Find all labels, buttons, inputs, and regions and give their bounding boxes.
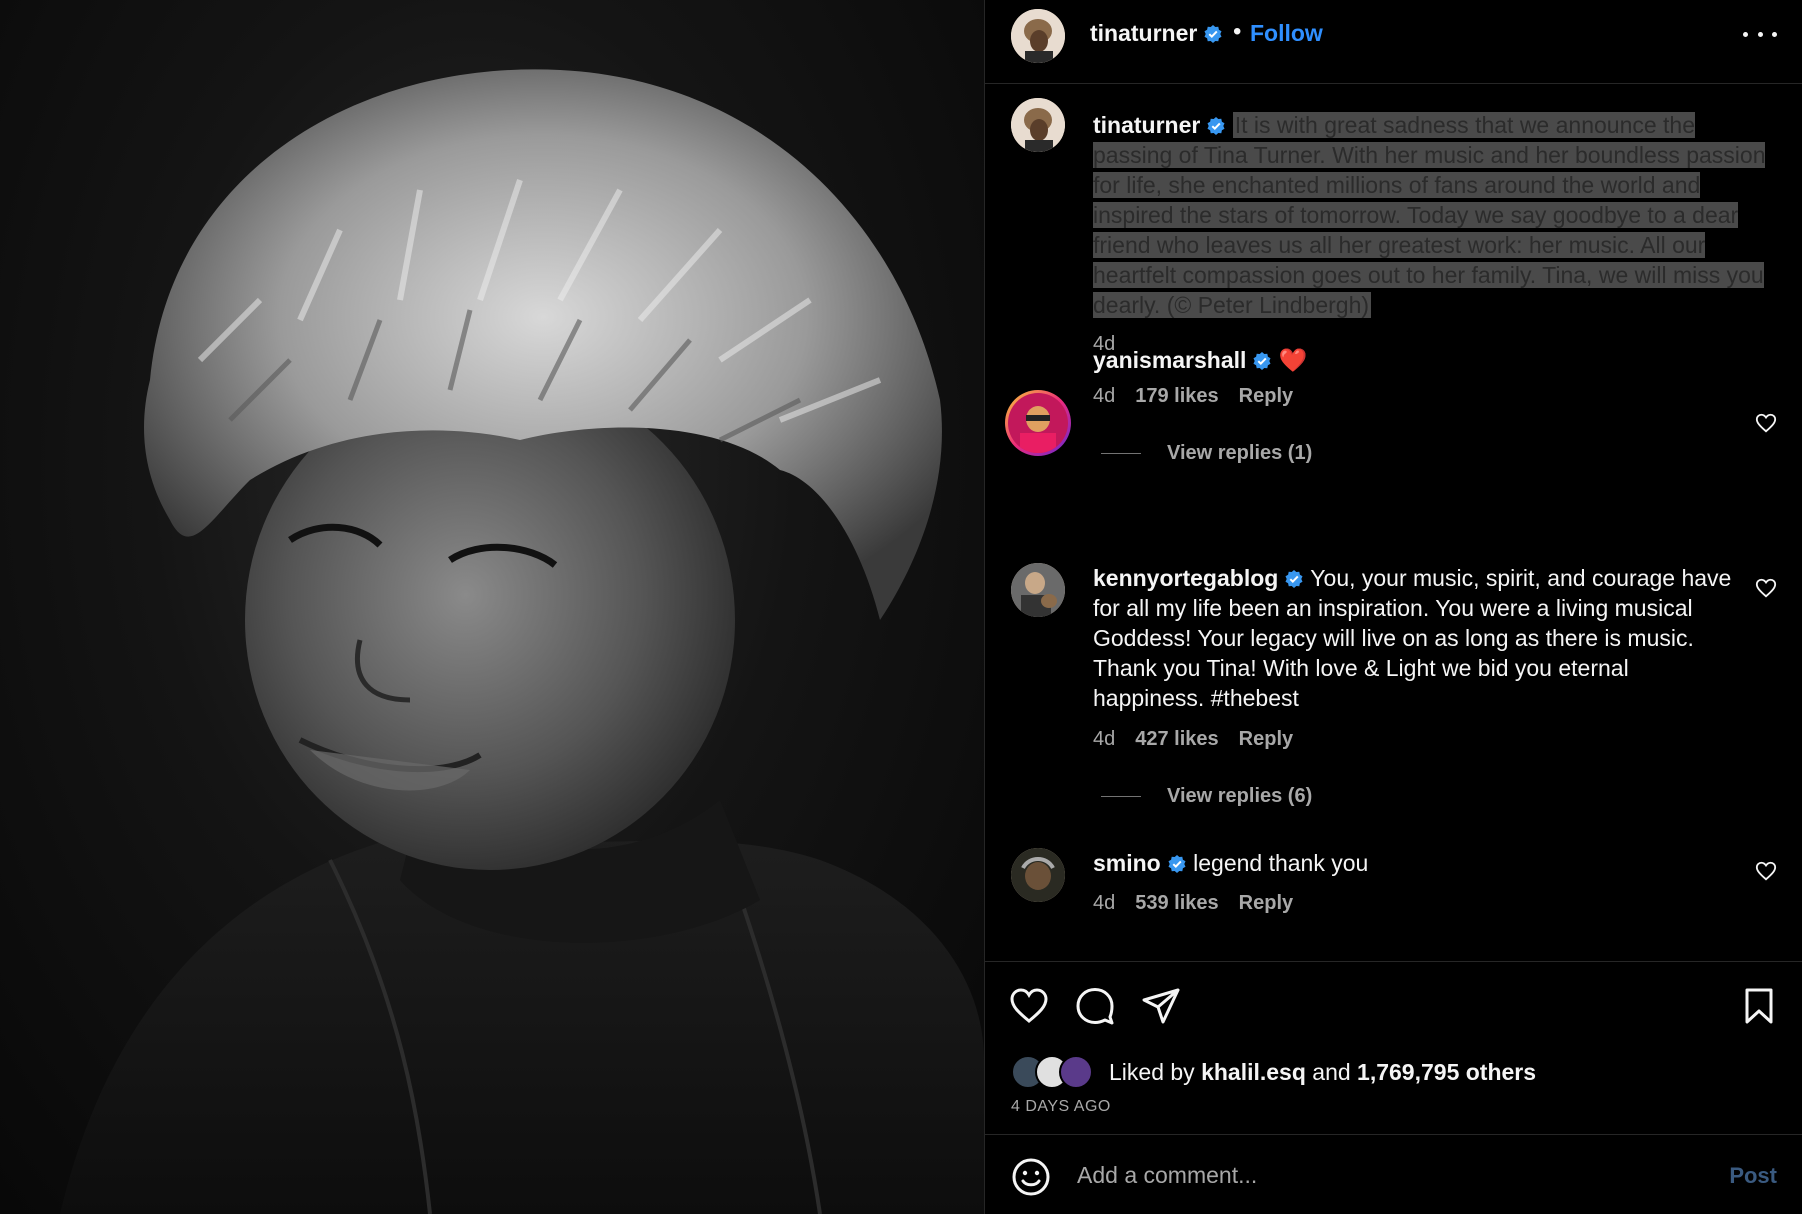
author-username-text[interactable]: tinaturner — [1090, 20, 1197, 46]
comment-text: ❤️ — [1278, 347, 1308, 373]
comment-username[interactable]: kennyortegablog — [1093, 565, 1278, 591]
heart-icon[interactable] — [1755, 412, 1777, 434]
comment-input[interactable] — [1077, 1153, 1677, 1197]
caption-text: It is with great sadness that we announc… — [1093, 112, 1766, 318]
reply-button[interactable]: Reply — [1239, 385, 1293, 408]
comment-meta: 4d 179 likes Reply — [1093, 385, 1293, 408]
comment-likes[interactable]: 427 likes — [1135, 728, 1218, 751]
comment-likes[interactable]: 179 likes — [1135, 385, 1218, 408]
more-options-icon[interactable] — [1743, 22, 1777, 46]
replies-line — [1101, 453, 1141, 454]
heart-icon[interactable] — [1755, 860, 1777, 882]
header-separator: • — [1233, 18, 1242, 45]
comment-meta: 4d 539 likes Reply — [1093, 892, 1293, 915]
liked-by[interactable]: Liked by khalil.esq and 1,769,795 others — [1011, 1055, 1536, 1089]
view-replies-button[interactable]: View replies (6) — [1101, 785, 1312, 808]
reply-button[interactable]: Reply — [1239, 728, 1293, 751]
comment-avatar[interactable] — [1011, 848, 1065, 902]
comment-avatar[interactable] — [1005, 390, 1071, 456]
verified-badge-icon — [1207, 117, 1225, 135]
liked-by-prefix: Liked by — [1109, 1058, 1195, 1085]
reply-button[interactable]: Reply — [1239, 892, 1293, 915]
view-replies-button[interactable]: View replies (1) — [1101, 442, 1312, 465]
post-actions: Liked by khalil.esq and 1,769,795 others… — [985, 961, 1802, 1134]
comment-username[interactable]: smino — [1093, 850, 1161, 876]
comment-meta: 4d 427 likes Reply — [1093, 728, 1293, 751]
comment-icon[interactable] — [1075, 986, 1115, 1026]
liked-by-user[interactable]: khalil.esq — [1201, 1059, 1306, 1085]
comment-body: yanismarshall ❤️ — [1093, 345, 1743, 375]
liked-by-conj: and — [1312, 1058, 1351, 1085]
comment-avatar[interactable] — [1011, 563, 1065, 617]
comments-list[interactable]: tinaturner It is with great sadness that… — [985, 85, 1802, 961]
comment-text: legend thank you — [1193, 850, 1369, 876]
heart-icon[interactable] — [1755, 577, 1777, 599]
liked-by-text: Liked by khalil.esq and 1,769,795 others — [1109, 1059, 1536, 1086]
comment-age: 4d — [1093, 728, 1116, 750]
view-replies-label[interactable]: View replies (6) — [1167, 785, 1312, 808]
emoji-icon[interactable] — [1011, 1157, 1051, 1197]
comment-likes[interactable]: 539 likes — [1135, 892, 1218, 915]
post-side-panel: tinaturner • Follow tinaturner It is wit… — [984, 0, 1802, 1214]
caption-avatar[interactable] — [1011, 98, 1065, 152]
bookmark-icon[interactable] — [1739, 986, 1779, 1026]
follow-button[interactable]: Follow — [1250, 20, 1323, 47]
author-avatar[interactable] — [1011, 9, 1065, 63]
comment-body: kennyortegablog You, your music, spirit,… — [1093, 563, 1743, 713]
heart-icon[interactable] — [1009, 986, 1049, 1026]
caption-username[interactable]: tinaturner — [1093, 112, 1200, 138]
post-header: tinaturner • Follow — [985, 0, 1802, 84]
portrait-illustration — [60, 69, 984, 1214]
post-image[interactable] — [0, 0, 984, 1214]
author-username[interactable]: tinaturner — [1090, 20, 1223, 47]
replies-line — [1101, 796, 1141, 797]
verified-badge-icon — [1285, 570, 1303, 588]
liked-avatars — [1011, 1055, 1095, 1089]
comment-username[interactable]: yanismarshall — [1093, 347, 1246, 373]
comment-age: 4d — [1093, 385, 1116, 407]
comment-body: smino legend thank you — [1093, 848, 1743, 878]
verified-badge-icon — [1168, 855, 1186, 873]
add-comment-bar: Post — [985, 1134, 1802, 1214]
liked-by-others[interactable]: 1,769,795 others — [1357, 1059, 1536, 1085]
caption: tinaturner It is with great sadness that… — [1093, 110, 1773, 320]
post-timestamp[interactable]: 4 DAYS AGO — [1011, 1098, 1111, 1116]
view-replies-label[interactable]: View replies (1) — [1167, 442, 1312, 465]
post-button[interactable]: Post — [1729, 1163, 1777, 1189]
verified-badge-icon — [1204, 25, 1222, 43]
liker-avatar — [1059, 1055, 1093, 1089]
share-icon[interactable] — [1141, 986, 1181, 1026]
verified-badge-icon — [1253, 352, 1271, 370]
comment-age: 4d — [1093, 892, 1116, 914]
